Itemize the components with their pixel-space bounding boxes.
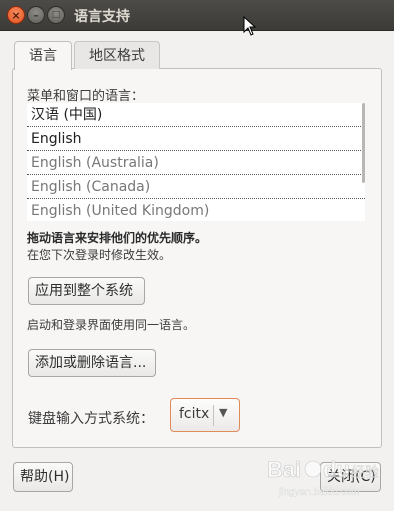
drag-hint: 拖动语言来安排他们的优先顺序。 [27,231,208,245]
input-method-label: 键盘输入方式系统： [28,411,154,427]
add-remove-languages-button[interactable]: 添加或删除语言... [28,349,156,377]
list-item[interactable]: English (Canada) [27,175,365,199]
close-window-icon[interactable]: × [7,6,25,24]
svg-text:du: du [323,457,350,482]
window-title: 语言支持 [74,9,130,25]
mouse-pointer-icon [243,16,257,36]
list-scrollbar[interactable] [362,103,365,183]
baidu-jingyan-watermark: Bai du 经验 jingyan.baidu.com [267,457,380,498]
input-method-select[interactable]: fcitx ▼ [170,398,240,432]
maximize-window-icon[interactable]: □ [47,6,65,24]
list-item[interactable]: English (Australia) [27,151,365,175]
apply-note: 启动和登录界面使用同一语言。 [27,318,196,332]
login-hint: 在您下次登录时修改生效。 [27,248,172,262]
list-item[interactable]: English [27,127,365,151]
language-support-window: × – □ 语言支持 语言 地区格式 菜单和窗口的语言： 汉语 (中国) Eng… [0,0,394,511]
apply-system-wide-button[interactable]: 应用到整个系统 [28,277,145,305]
list-item[interactable]: English (United Kingdom) [27,199,365,221]
svg-text:经验: 经验 [351,465,379,481]
tab-language[interactable]: 语言 [14,41,72,70]
help-button[interactable]: 帮助(H) [13,462,73,492]
dropdown-arrow-icon: ▼ [219,406,228,419]
language-list[interactable]: 汉语 (中国) English English (Australia) Engl… [27,103,365,221]
title-bar: × – □ 语言支持 [0,0,394,31]
svg-text:Bai: Bai [267,457,301,482]
minimize-window-icon[interactable]: – [27,6,45,24]
language-list-heading: 菜单和窗口的语言： [27,89,145,104]
tab-regional-formats[interactable]: 地区格式 [74,41,160,69]
list-item[interactable]: 汉语 (中国) [27,103,365,127]
svg-text:jingyan.baidu.com: jingyan.baidu.com [278,487,360,498]
input-method-value: fcitx [179,406,210,422]
combo-separator [213,405,214,426]
